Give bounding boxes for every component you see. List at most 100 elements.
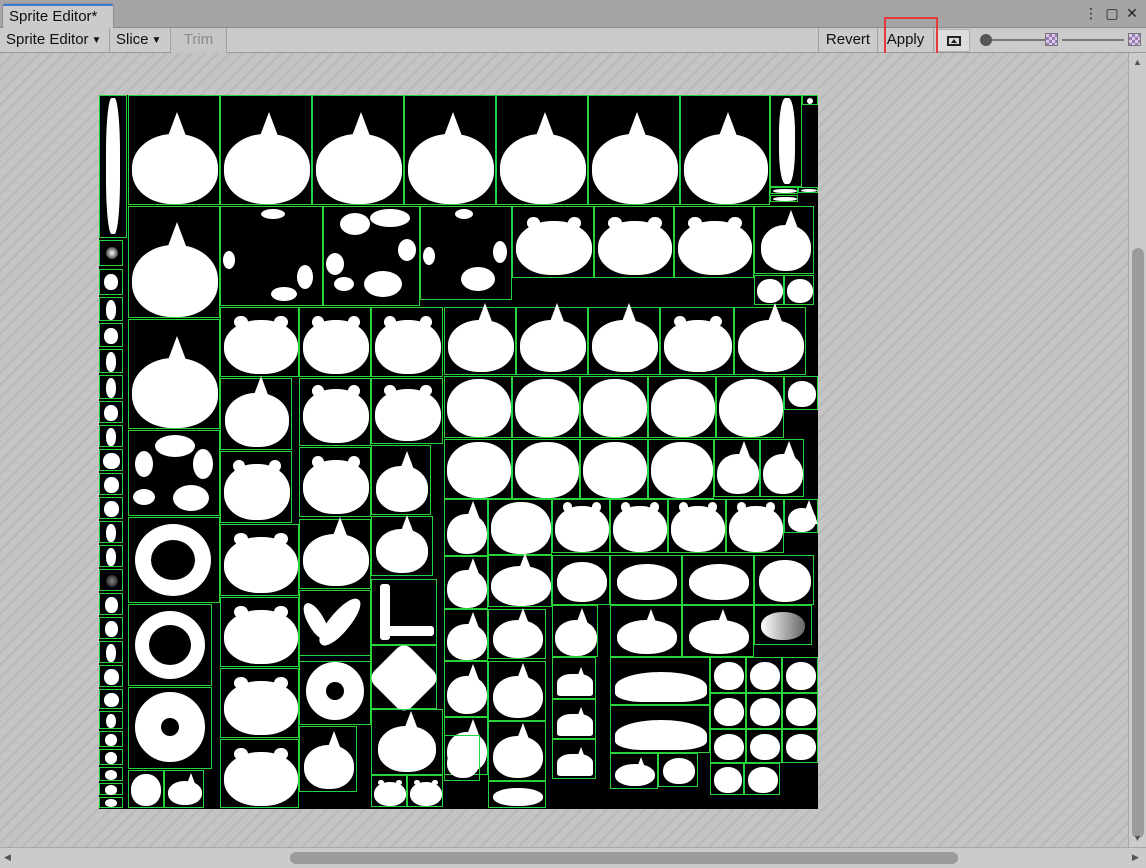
slice-dropdown[interactable]: Slice ▼ bbox=[110, 28, 171, 53]
sprite-rect[interactable] bbox=[744, 763, 780, 795]
sprite-rect[interactable] bbox=[128, 95, 220, 205]
sprite-rect[interactable] bbox=[99, 749, 123, 765]
sprite-rect[interactable] bbox=[99, 593, 123, 615]
sprite-rect[interactable] bbox=[371, 709, 443, 775]
sprite-rect[interactable] bbox=[299, 590, 371, 662]
sprite-rect[interactable] bbox=[754, 555, 814, 605]
sprite-rect[interactable] bbox=[754, 275, 784, 305]
sprite-rect[interactable] bbox=[299, 447, 371, 517]
horizontal-scroll-thumb[interactable] bbox=[290, 852, 958, 864]
sprite-rect[interactable] bbox=[420, 206, 512, 300]
sprite-rect[interactable] bbox=[220, 375, 292, 450]
sprite-rect[interactable] bbox=[512, 439, 580, 499]
sprite-rect[interactable] bbox=[444, 439, 512, 499]
sprite-rect[interactable] bbox=[594, 206, 674, 278]
sprite-rect[interactable] bbox=[610, 657, 710, 705]
sprite-rect[interactable] bbox=[552, 555, 610, 605]
sprite-rect[interactable] bbox=[668, 499, 726, 553]
sprite-rect[interactable] bbox=[99, 665, 123, 687]
sprite-rect[interactable] bbox=[99, 641, 123, 663]
sprite-rect[interactable] bbox=[588, 303, 660, 375]
sprite-rect[interactable] bbox=[488, 553, 552, 607]
sprite-rect[interactable] bbox=[323, 206, 420, 306]
sprite-rect[interactable] bbox=[128, 319, 220, 429]
sprite-rect[interactable] bbox=[444, 661, 488, 717]
sprite-rect[interactable] bbox=[99, 689, 123, 709]
sprite-rect[interactable] bbox=[371, 378, 443, 444]
sprite-rect[interactable] bbox=[770, 195, 798, 202]
sprite-rect[interactable] bbox=[220, 307, 299, 377]
sprite-rect[interactable] bbox=[782, 729, 818, 763]
sprite-rect[interactable] bbox=[99, 617, 123, 639]
kebab-menu-icon[interactable]: ⋮ bbox=[1083, 5, 1099, 21]
sprite-rect[interactable] bbox=[299, 378, 371, 446]
sprite-rect[interactable] bbox=[404, 95, 496, 205]
sprite-rect[interactable] bbox=[710, 693, 746, 729]
sprite-rect[interactable] bbox=[220, 668, 299, 738]
sprite-rect[interactable] bbox=[610, 499, 668, 553]
sprite-rect[interactable] bbox=[99, 449, 123, 471]
sprite-rect[interactable] bbox=[516, 303, 588, 375]
sprite-rect[interactable] bbox=[746, 693, 782, 729]
sprite-rect[interactable] bbox=[371, 445, 431, 515]
sprite-rect[interactable] bbox=[299, 307, 371, 377]
sprite-rect[interactable] bbox=[488, 781, 546, 808]
vertical-scroll-thumb[interactable] bbox=[1132, 248, 1144, 838]
sprite-rect[interactable] bbox=[220, 524, 299, 596]
sprite-rect[interactable] bbox=[99, 349, 123, 373]
sprite-rect[interactable] bbox=[488, 661, 546, 721]
sprite-rect[interactable] bbox=[784, 275, 814, 305]
sprite-rect[interactable] bbox=[714, 439, 760, 497]
sprite-rect[interactable] bbox=[99, 95, 127, 238]
sprite-rect[interactable] bbox=[164, 770, 204, 808]
sprite-rect[interactable] bbox=[299, 726, 357, 792]
sprite-rect[interactable] bbox=[128, 687, 212, 769]
sprite-rect[interactable] bbox=[371, 579, 437, 645]
sprite-rect[interactable] bbox=[99, 473, 123, 495]
sprite-rect[interactable] bbox=[660, 307, 734, 375]
sprite-rect[interactable] bbox=[802, 95, 818, 105]
sprite-rect[interactable] bbox=[444, 376, 512, 438]
sprite-rect[interactable] bbox=[220, 206, 323, 306]
texture-toggle-button[interactable] bbox=[936, 29, 970, 52]
sprite-rect[interactable] bbox=[220, 451, 292, 523]
sprite-rect[interactable] bbox=[99, 783, 123, 795]
revert-button[interactable]: Revert bbox=[818, 28, 878, 53]
sprite-rect[interactable] bbox=[552, 499, 610, 553]
sprite-rect[interactable] bbox=[746, 657, 782, 693]
sprite-rect[interactable] bbox=[754, 605, 812, 645]
sprite-rect[interactable] bbox=[99, 425, 123, 447]
sprite-rect[interactable] bbox=[734, 303, 806, 375]
sprite-rect[interactable] bbox=[99, 521, 123, 543]
sprite-rect[interactable] bbox=[99, 569, 123, 591]
sprite-rect[interactable] bbox=[371, 307, 443, 377]
sprite-rect[interactable] bbox=[610, 705, 710, 753]
sprite-rect[interactable] bbox=[496, 95, 588, 205]
sprite-rect[interactable] bbox=[648, 439, 714, 499]
sprite-rect[interactable] bbox=[770, 95, 802, 187]
sprite-rect[interactable] bbox=[710, 729, 746, 763]
sprite-rect[interactable] bbox=[99, 401, 123, 423]
sprite-rect[interactable] bbox=[367, 641, 441, 715]
sprite-rect[interactable] bbox=[444, 609, 488, 661]
sprite-rect[interactable] bbox=[312, 95, 404, 205]
sprite-rect[interactable] bbox=[552, 657, 596, 699]
sprite-rect[interactable] bbox=[754, 206, 814, 274]
mip-slider[interactable] bbox=[1060, 28, 1126, 53]
sprite-rect[interactable] bbox=[610, 605, 682, 657]
sprite-rect[interactable] bbox=[299, 517, 371, 589]
sprite-rect[interactable] bbox=[444, 499, 488, 557]
sprite-rect[interactable] bbox=[580, 376, 648, 438]
sprite-rect[interactable] bbox=[299, 655, 371, 725]
sprite-rect[interactable] bbox=[128, 430, 220, 516]
sprite-rect[interactable] bbox=[99, 731, 123, 747]
sprite-rect[interactable] bbox=[610, 753, 658, 789]
sprite-rect[interactable] bbox=[610, 555, 682, 605]
zoom-slider-knob[interactable] bbox=[980, 34, 992, 46]
sprite-rect[interactable] bbox=[407, 775, 443, 807]
sprite-rect[interactable] bbox=[784, 376, 818, 410]
vertical-scrollbar[interactable]: ▲ ▼ bbox=[1128, 53, 1146, 847]
zoom-slider[interactable] bbox=[978, 28, 1048, 53]
horizontal-scrollbar[interactable]: ◀ ▶ bbox=[0, 847, 1146, 868]
sprite-rect[interactable] bbox=[128, 770, 164, 808]
